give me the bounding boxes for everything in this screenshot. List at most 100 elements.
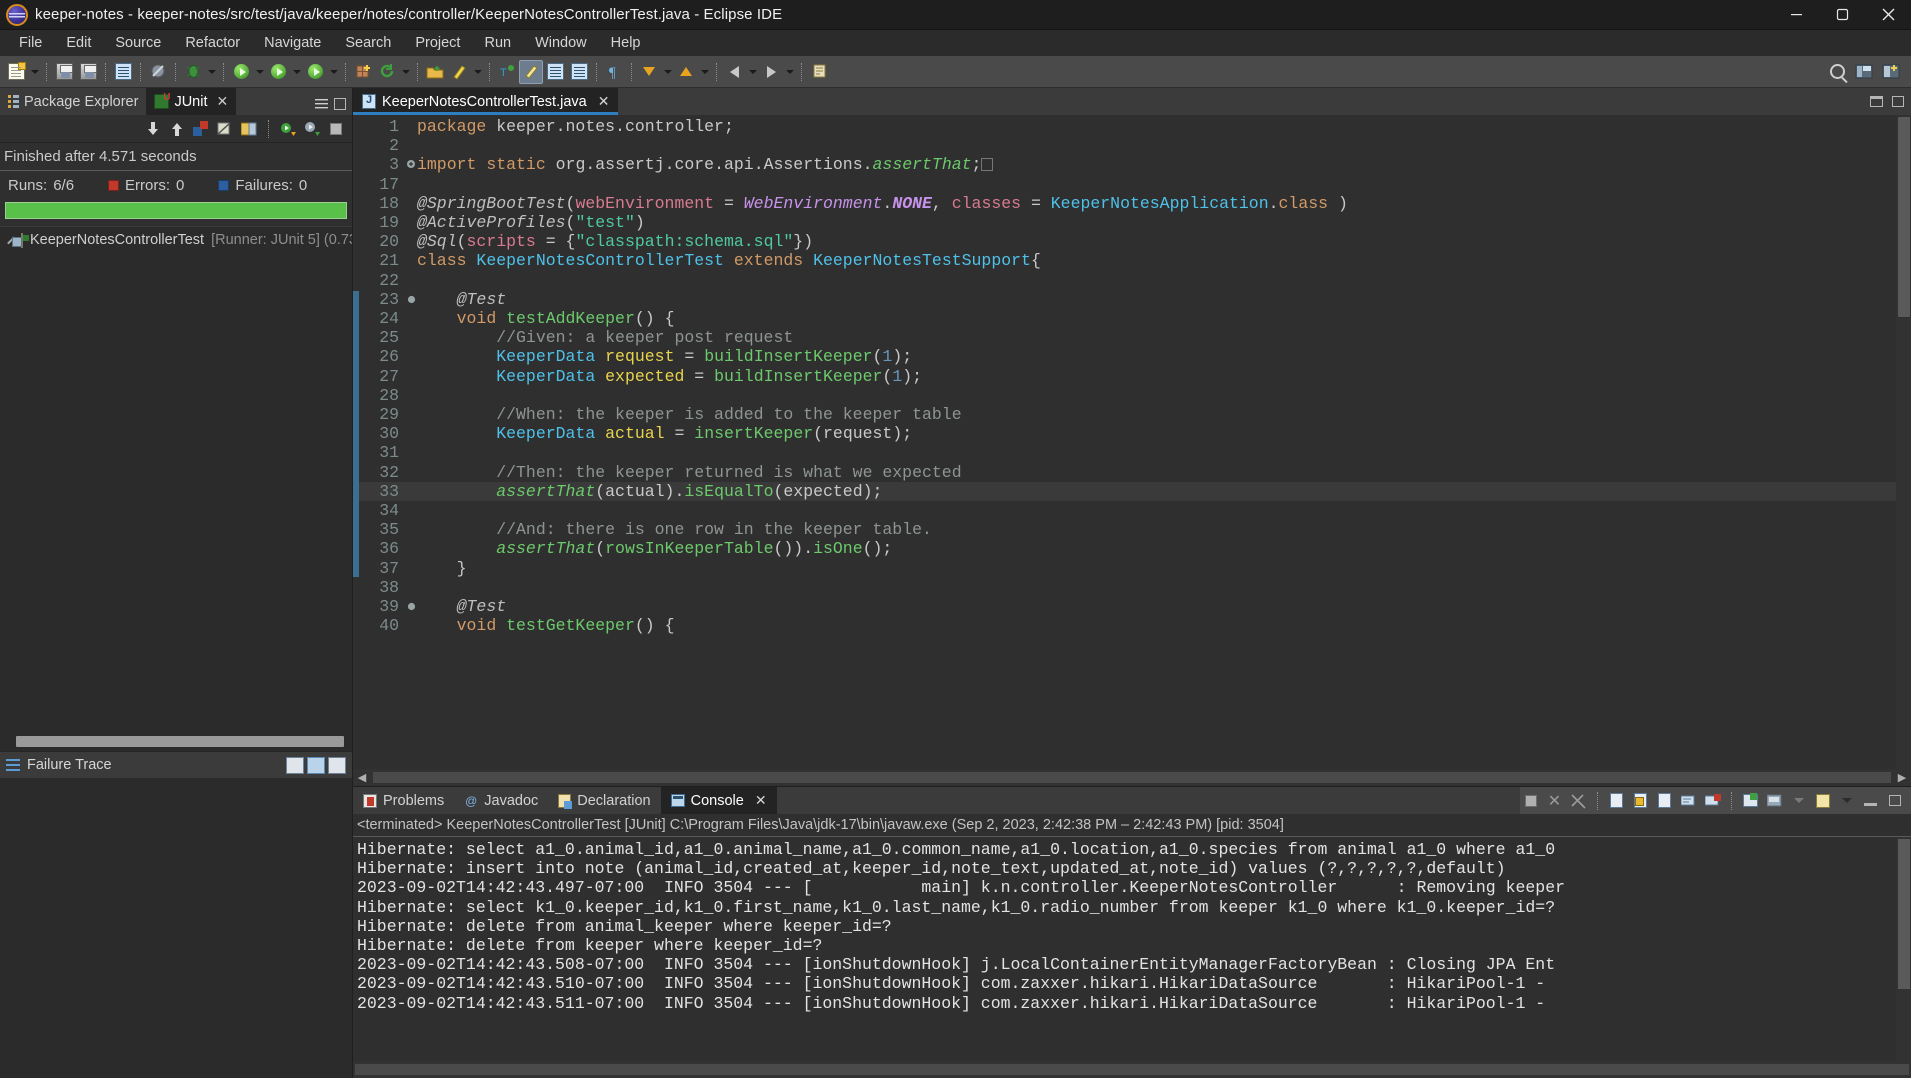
tree-horizontal-scrollbar[interactable] <box>16 736 344 747</box>
scroll-lock-icon[interactable] <box>239 119 259 139</box>
code-line[interactable]: 30 KeeperData actual = insertKeeper(requ… <box>353 424 1911 443</box>
new-wizard-dropdown-icon[interactable] <box>28 60 41 84</box>
run-icon[interactable] <box>229 60 253 84</box>
code-line[interactable]: 22 <box>353 271 1911 290</box>
code-line[interactable]: 3 import static org.assertj.core.api.Asse… <box>353 155 1911 174</box>
menu-refactor[interactable]: Refactor <box>174 32 251 54</box>
source-code[interactable]: 1 package keeper.notes.controller; 2 3 impor… <box>353 115 1911 635</box>
menu-search[interactable]: Search <box>334 32 402 54</box>
next-edit-location-icon[interactable] <box>543 60 567 84</box>
maximize-icon[interactable] <box>1884 790 1905 811</box>
coverage-dropdown-icon[interactable] <box>290 60 303 84</box>
code-line[interactable]: 25 //Given: a keeper post request <box>353 328 1911 347</box>
test-marker-icon[interactable] <box>405 597 417 616</box>
terminate-icon[interactable] <box>1520 790 1541 811</box>
code-line[interactable]: 20 @Sql(scripts = {"classpath:schema.sql"… <box>353 232 1911 251</box>
menu-source[interactable]: Source <box>104 32 172 54</box>
back-icon[interactable] <box>722 60 746 84</box>
remove-all-terminated-icon[interactable] <box>1568 790 1589 811</box>
compare-result-icon[interactable] <box>328 756 346 774</box>
rerun-test-icon[interactable] <box>278 119 298 139</box>
tab-declaration[interactable]: Declaration <box>548 787 660 814</box>
failure-trace-content[interactable] <box>0 778 352 1078</box>
open-task-icon[interactable] <box>567 60 591 84</box>
previous-annotation-icon[interactable] <box>674 60 698 84</box>
stop-icon[interactable] <box>326 119 346 139</box>
restore-view-icon[interactable] <box>334 97 346 115</box>
display-selected-console-icon[interactable] <box>1764 790 1785 811</box>
open-console-icon[interactable] <box>1740 790 1761 811</box>
external-tools-icon[interactable] <box>447 60 471 84</box>
view-menu-icon[interactable] <box>315 97 328 115</box>
editor-hscroll-thumb[interactable] <box>373 772 1891 783</box>
editor-vscroll-thumb[interactable] <box>1898 117 1910 317</box>
menu-window[interactable]: Window <box>524 32 598 54</box>
skip-breakpoints-icon[interactable] <box>146 60 170 84</box>
code-line[interactable]: 1 package keeper.notes.controller; <box>353 117 1911 136</box>
menu-help[interactable]: Help <box>600 32 652 54</box>
code-line[interactable]: 33 assertThat(actual).isEqualTo(expected… <box>353 481 1911 502</box>
previous-annotation-dropdown-icon[interactable] <box>698 60 711 84</box>
maximize-editor-icon[interactable] <box>1892 96 1904 107</box>
code-line[interactable]: 38 <box>353 578 1911 597</box>
java-perspective-icon[interactable] <box>1852 60 1876 84</box>
code-line[interactable]: 21 class KeeperNotesControllerTest extend… <box>353 251 1911 270</box>
code-line[interactable]: 17 <box>353 175 1911 194</box>
filter-stack-trace-icon[interactable] <box>307 756 325 774</box>
close-icon[interactable]: ✕ <box>755 792 767 809</box>
run-coverage-icon[interactable] <box>266 60 290 84</box>
rerun-failed-icon[interactable] <box>302 119 322 139</box>
toggle-mark-occurrences-icon[interactable] <box>519 59 543 84</box>
new-console-view-icon[interactable] <box>1812 790 1833 811</box>
debug-icon[interactable] <box>181 60 205 84</box>
junit-test-tree[interactable]: KeeperNotesControllerTest [Runner: JUnit… <box>0 226 352 733</box>
scroll-right-icon[interactable]: ▶ <box>1893 771 1911 784</box>
tab-console[interactable]: Console ✕ <box>660 787 777 814</box>
test-tree-row[interactable]: KeeperNotesControllerTest [Runner: JUnit… <box>0 227 352 253</box>
console-menu-dropdown-icon[interactable] <box>1836 790 1857 811</box>
menu-edit[interactable]: Edit <box>55 32 102 54</box>
run-last-dropdown-icon[interactable] <box>327 60 340 84</box>
code-line[interactable]: 39 @Test <box>353 597 1911 616</box>
menu-project[interactable]: Project <box>404 32 471 54</box>
console-hscroll-thumb[interactable] <box>355 1064 1909 1075</box>
menu-run[interactable]: Run <box>473 32 522 54</box>
menu-navigate[interactable]: Navigate <box>253 32 332 54</box>
new-wizard-icon[interactable] <box>4 60 28 84</box>
code-line[interactable]: 2 <box>353 136 1911 155</box>
code-line[interactable]: 31 <box>353 443 1911 462</box>
close-icon[interactable]: ✕ <box>217 93 229 110</box>
code-line[interactable]: 37 } <box>353 559 1911 578</box>
show-failures-only-icon[interactable] <box>191 119 211 139</box>
run-last-icon[interactable] <box>303 60 327 84</box>
menu-file[interactable]: File <box>8 32 53 54</box>
tab-junit[interactable]: JUnit ✕ <box>146 88 237 115</box>
remove-launch-icon[interactable]: ✕ <box>1544 790 1565 811</box>
scroll-left-icon[interactable]: ◀ <box>353 771 371 784</box>
tab-problems[interactable]: Problems <box>353 787 454 814</box>
paragraph-mark-icon[interactable]: ¶ <box>602 60 626 84</box>
back-dropdown-icon[interactable] <box>746 60 759 84</box>
refresh-icon[interactable] <box>375 60 399 84</box>
close-icon[interactable]: ✕ <box>598 93 610 110</box>
forward-icon[interactable] <box>759 60 783 84</box>
code-line[interactable]: 40 void testGetKeeper() { <box>353 616 1911 635</box>
tab-keeper-notes-controller-test[interactable]: KeeperNotesControllerTest.java ✕ <box>353 88 619 115</box>
code-line[interactable]: 35 //And: there is one row in the keeper… <box>353 520 1911 539</box>
search-declarations-icon[interactable]: T <box>495 60 519 84</box>
open-folder-icon[interactable] <box>423 60 447 84</box>
clear-console-icon[interactable] <box>1606 790 1627 811</box>
open-perspective-icon[interactable] <box>1879 60 1903 84</box>
code-line[interactable]: 34 <box>353 501 1911 520</box>
minimize-editor-icon[interactable] <box>1870 96 1883 107</box>
code-line[interactable]: 18 @SpringBootTest(webEnvironment = WebEn… <box>353 194 1911 213</box>
word-wrap-icon[interactable] <box>1654 790 1675 811</box>
save-all-icon[interactable] <box>76 60 100 84</box>
scroll-lock-icon[interactable] <box>1630 790 1651 811</box>
new-package-icon[interactable] <box>351 60 375 84</box>
next-annotation-icon[interactable] <box>637 60 661 84</box>
copy-trace-icon[interactable] <box>286 756 304 774</box>
editor-horizontal-scrollbar[interactable]: ◀ ▶ <box>353 769 1911 786</box>
run-dropdown-icon[interactable] <box>253 60 266 84</box>
console-horizontal-scrollbar[interactable] <box>353 1061 1911 1078</box>
